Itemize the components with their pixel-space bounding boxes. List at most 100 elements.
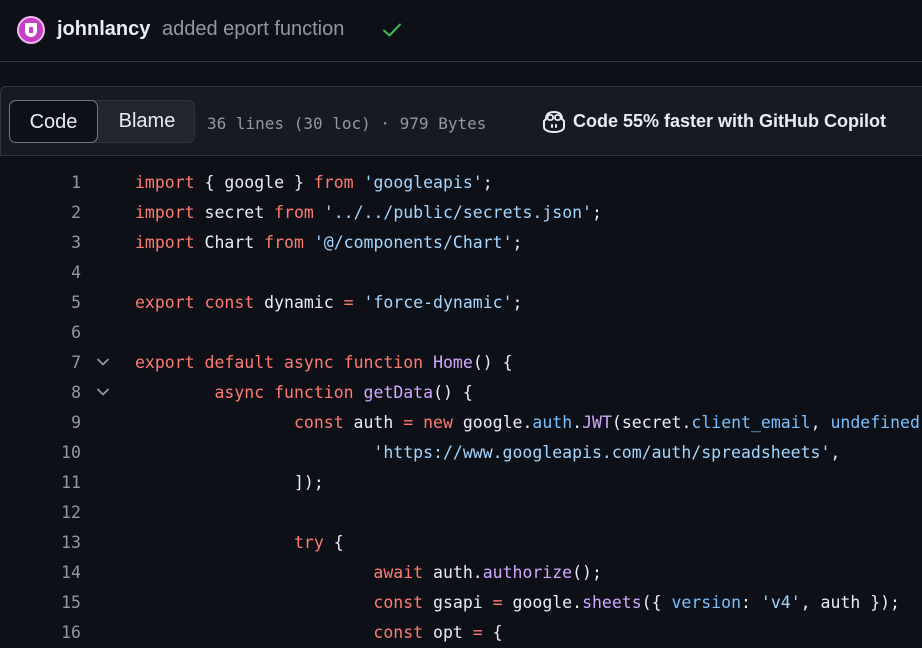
- line-number[interactable]: 12: [0, 498, 81, 528]
- code-line: 10 'https://www.googleapis.com/auth/spre…: [0, 438, 922, 468]
- code-token: () {: [472, 353, 513, 372]
- line-code: await auth.authorize();: [135, 558, 602, 588]
- line-number[interactable]: 5: [0, 288, 81, 318]
- code-token: import: [135, 203, 195, 222]
- line-number[interactable]: 10: [0, 438, 81, 468]
- commit-message-link[interactable]: added eport function: [162, 18, 344, 41]
- code-line: 14 await auth.authorize();: [0, 558, 922, 588]
- code-token: =: [492, 593, 503, 612]
- code-token: await: [373, 563, 424, 582]
- code-line: 16 const opt = {: [0, 618, 922, 648]
- code-token: {: [482, 623, 503, 642]
- line-number[interactable]: 15: [0, 588, 81, 618]
- line-code: import { google } from 'googleapis';: [135, 168, 493, 198]
- code-token: function: [274, 383, 354, 402]
- blame-tab[interactable]: Blame: [98, 100, 196, 143]
- code-token: const: [204, 293, 255, 312]
- code-token: const: [373, 593, 424, 612]
- code-token: dynamic: [254, 293, 344, 312]
- code-line: 8 async function getData() {: [0, 378, 922, 408]
- code-token: ,: [830, 443, 841, 462]
- code-token: ]);: [293, 473, 324, 492]
- line-number[interactable]: 6: [0, 318, 81, 348]
- code-token: :: [741, 593, 761, 612]
- code-token: getData: [363, 383, 434, 402]
- code-view[interactable]: 1 import { google } from 'googleapis'; 2 im…: [0, 168, 922, 648]
- line-code: import Chart from '@/components/Chart';: [135, 228, 522, 258]
- code-token: sheets: [582, 593, 642, 612]
- code-token: {: [323, 533, 344, 552]
- code-token: import: [135, 173, 195, 192]
- line-number[interactable]: 11: [0, 468, 81, 498]
- line-number[interactable]: 3: [0, 228, 81, 258]
- commit-bar: johnlancy added eport function: [0, 0, 922, 62]
- code-token: async: [284, 353, 334, 372]
- code-token: ;: [512, 233, 523, 252]
- line-code: export default async function Home() {: [135, 348, 513, 378]
- line-number[interactable]: 7: [0, 348, 81, 378]
- code-token: { google }: [194, 173, 314, 192]
- line-number[interactable]: 8: [0, 378, 81, 408]
- code-line: 11 ]);: [0, 468, 922, 498]
- line-number[interactable]: 9: [0, 408, 81, 438]
- code-token: const: [373, 623, 424, 642]
- code-token: JWT: [582, 413, 612, 432]
- code-token: export: [135, 353, 195, 372]
- code-token: const: [293, 413, 344, 432]
- line-number[interactable]: 16: [0, 618, 81, 648]
- code-token: google.: [502, 593, 583, 612]
- line-code: const gsapi = google.sheets({ version: '…: [135, 588, 900, 618]
- line-code: 'https://www.googleapis.com/auth/spreads…: [135, 438, 840, 468]
- code-token: , auth });: [800, 593, 900, 612]
- code-token: auth: [343, 413, 404, 432]
- code-token: auth: [532, 413, 573, 432]
- line-number[interactable]: 1: [0, 168, 81, 198]
- line-number[interactable]: 13: [0, 528, 81, 558]
- avatar-mouth: [29, 27, 33, 33]
- code-token: auth.: [423, 563, 483, 582]
- line-number[interactable]: 4: [0, 258, 81, 288]
- line-code: ]);: [135, 468, 324, 498]
- line-number[interactable]: 2: [0, 198, 81, 228]
- code-token: new: [423, 413, 453, 432]
- code-line: 5 export const dynamic = 'force-dynamic';: [0, 288, 922, 318]
- code-line: 7 export default async function Home() {: [0, 348, 922, 378]
- code-token: from: [274, 203, 314, 222]
- code-token: =: [343, 293, 354, 312]
- code-token: ;: [592, 203, 602, 222]
- file-header: Code Blame 36 lines (30 loc) · 979 Bytes…: [0, 86, 922, 156]
- code-line: 6: [0, 318, 922, 348]
- code-token: () {: [433, 383, 473, 402]
- code-line: 12: [0, 498, 922, 528]
- code-token: Chart: [194, 233, 265, 252]
- line-code: import secret from '../../public/secrets…: [135, 198, 602, 228]
- code-tab[interactable]: Code: [9, 100, 98, 143]
- line-number[interactable]: 14: [0, 558, 81, 588]
- code-token: export: [135, 293, 195, 312]
- code-token: undefined: [830, 413, 920, 432]
- chevron-down-icon[interactable]: [96, 387, 110, 397]
- avatar[interactable]: [17, 16, 45, 44]
- code-token: .: [572, 413, 583, 432]
- check-icon[interactable]: [382, 22, 402, 38]
- code-line: 2 import secret from '../../public/secret…: [0, 198, 922, 228]
- commit-author-link[interactable]: johnlancy: [57, 18, 150, 41]
- code-token: 'v4': [760, 593, 801, 612]
- code-token: 'https://www.googleapis.com/auth/spreads…: [373, 443, 831, 462]
- chevron-down-icon[interactable]: [96, 357, 110, 367]
- code-token: from: [264, 233, 304, 252]
